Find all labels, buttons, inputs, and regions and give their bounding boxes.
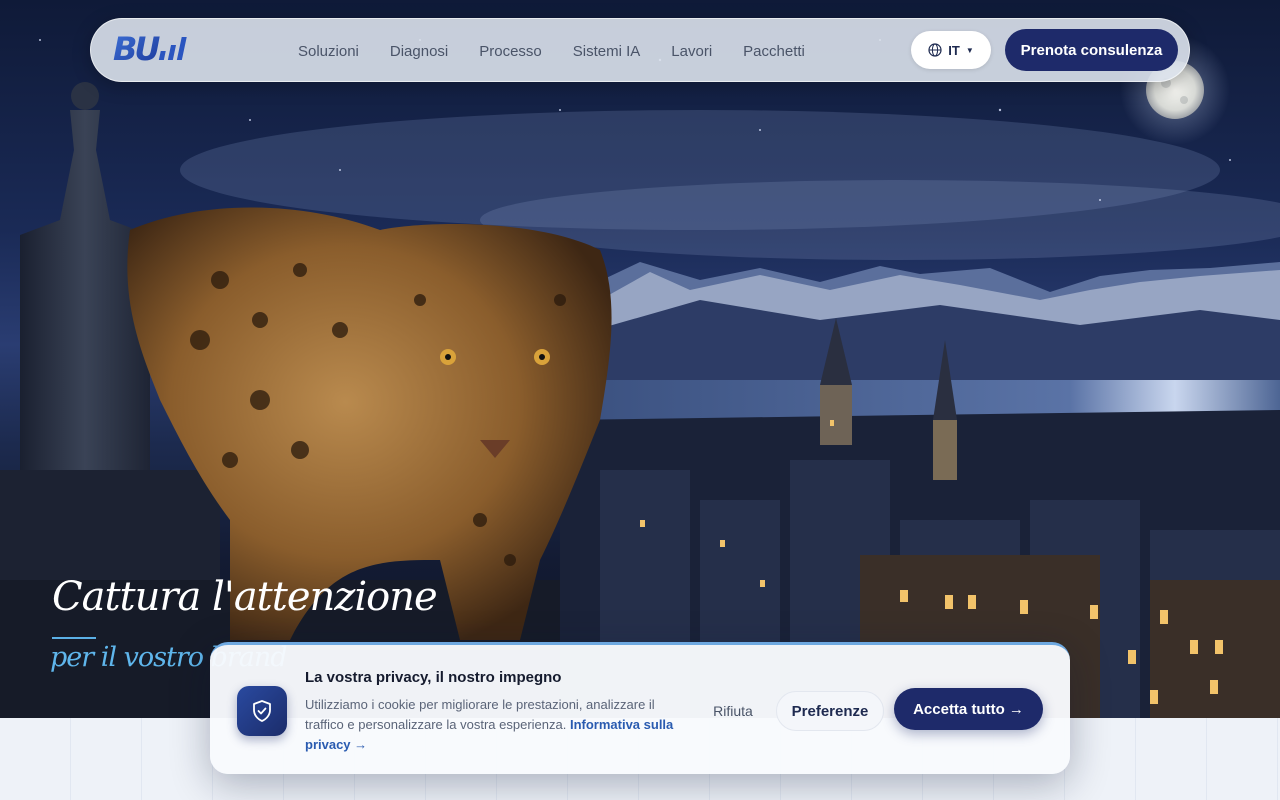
cookie-description: Utilizziamo i cookie per migliorare le p…: [305, 695, 685, 755]
nav-link-sistemi-ia[interactable]: Sistemi IA: [573, 43, 641, 60]
cookie-preferences-button[interactable]: Preferenze: [776, 691, 884, 731]
svg-text:BU: BU: [113, 31, 160, 65]
nav-links: Soluzioni Diagnosi Processo Sistemi IA L…: [298, 19, 836, 83]
shield-check-icon: [237, 686, 287, 736]
chevron-down-icon: ▼: [965, 45, 974, 55]
brand-logo[interactable]: BU: [113, 31, 193, 65]
hero-section: Cattura l'attenzione per il vostro brand: [0, 0, 1280, 718]
cookie-title: La vostra privacy, il nostro impegno: [305, 669, 562, 686]
accept-all-cookies-button[interactable]: Accetta tutto →: [894, 688, 1043, 730]
language-selector[interactable]: IT ▼: [911, 31, 991, 69]
cookie-consent-banner: La vostra privacy, il nostro impegno Uti…: [210, 642, 1070, 774]
reject-cookies-button[interactable]: Rifiuta: [700, 691, 766, 731]
nav-link-processo[interactable]: Processo: [479, 43, 542, 60]
top-navigation-bar: BU Soluzioni Diagnosi Processo Sistemi I…: [90, 18, 1190, 82]
hero-title-underline: [52, 637, 96, 639]
hero-title: Cattura l'attenzione: [52, 574, 438, 620]
globe-icon: [928, 43, 942, 57]
nav-link-soluzioni[interactable]: Soluzioni: [298, 43, 359, 60]
nav-link-diagnosi[interactable]: Diagnosi: [390, 43, 448, 60]
nav-link-lavori[interactable]: Lavori: [671, 43, 712, 60]
language-code: IT: [948, 42, 960, 58]
nav-link-pacchetti[interactable]: Pacchetti: [743, 43, 805, 60]
book-consultation-button[interactable]: Prenota consulenza: [1005, 29, 1178, 71]
